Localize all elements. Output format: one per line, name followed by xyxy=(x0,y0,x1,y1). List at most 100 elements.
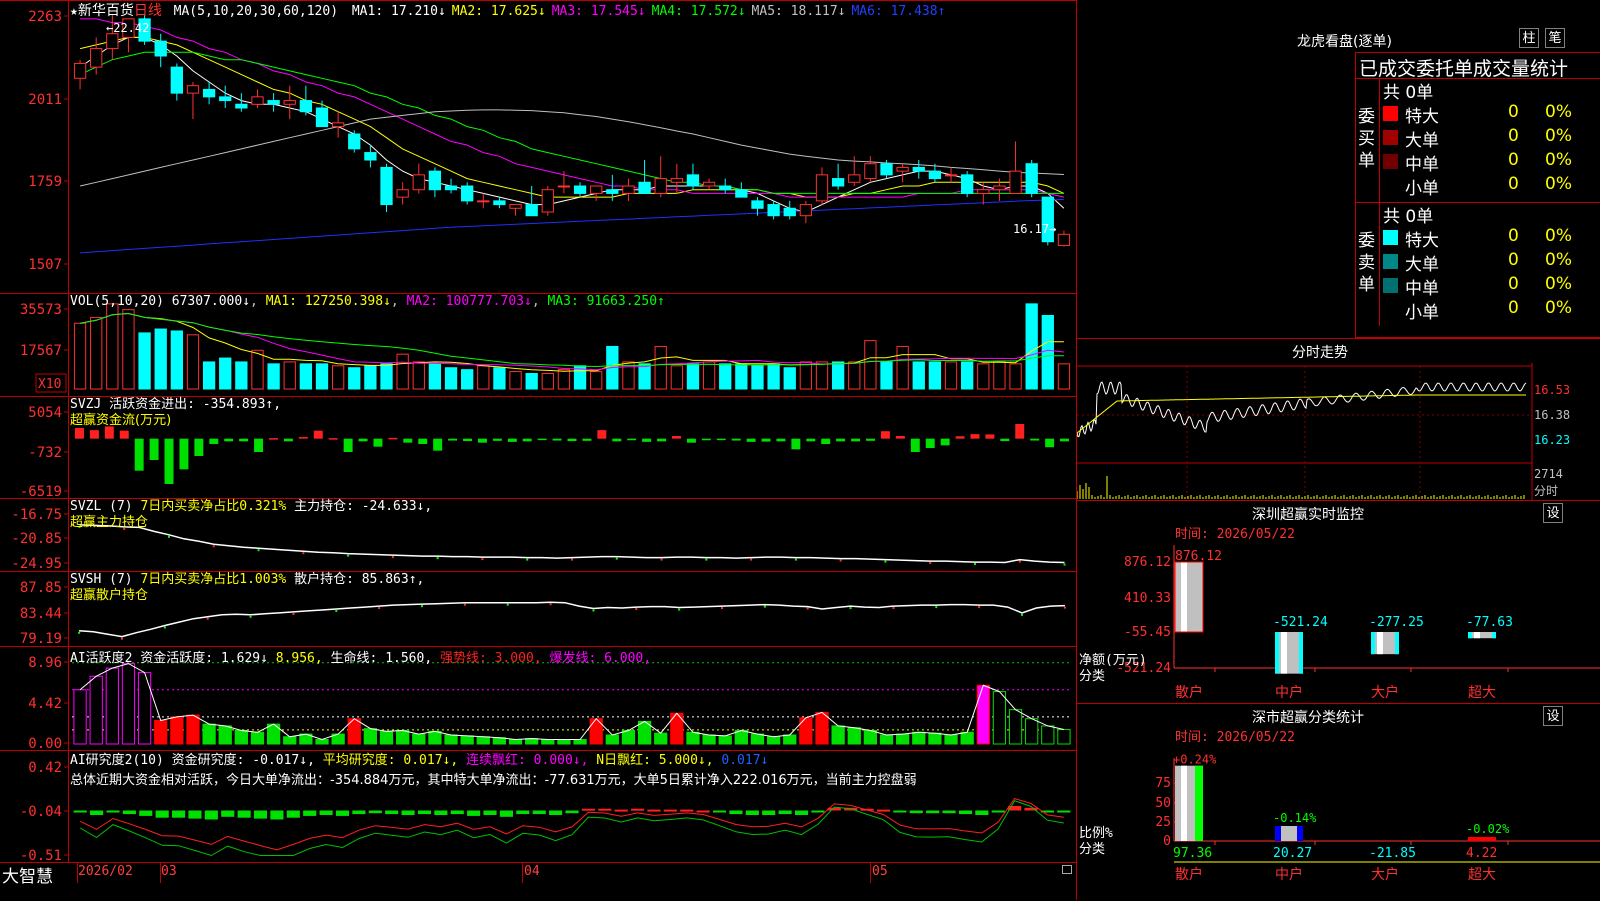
svzl-hold: 主力持仓: -24.633↓, xyxy=(286,499,433,514)
svsh-tick xyxy=(1021,613,1023,616)
panel-category-label: 超大 xyxy=(1468,867,1496,883)
svzj-bar xyxy=(761,438,771,442)
ai-bar xyxy=(315,738,329,745)
ai-bar xyxy=(89,675,103,745)
price-high-label: ←22.42 xyxy=(106,21,149,35)
ai2-green-line xyxy=(79,800,1064,857)
class-value-label: 97.36 xyxy=(1173,846,1212,861)
period-label[interactable]: 日线 xyxy=(134,3,162,19)
candle-body xyxy=(106,33,119,50)
svzj-bar xyxy=(254,438,264,452)
svzl-tick xyxy=(973,563,976,566)
candle-body xyxy=(315,107,329,128)
ai-research-panel xyxy=(73,798,1071,857)
ai2-bar xyxy=(106,810,120,813)
price-axis-label: 2263 xyxy=(28,9,62,25)
ai-bar xyxy=(766,736,781,745)
svzj-bar xyxy=(537,438,547,441)
ai2-bar xyxy=(778,810,792,815)
row-color-swatch xyxy=(1383,106,1398,121)
ai-bar xyxy=(1041,725,1055,745)
ai2-bar xyxy=(1057,810,1071,813)
ai2-last: 0.017↓ xyxy=(713,753,769,768)
ma-line-4 xyxy=(79,51,1064,194)
ai2-bar xyxy=(663,809,677,812)
ai2-comment: 总体近期大资金相对活跃，今日大单净流出：-354.884万元，其中特大单净流出：… xyxy=(70,773,917,788)
panel-category-label: 中户 xyxy=(1275,866,1303,883)
ai2-bar xyxy=(450,810,464,815)
candle-body xyxy=(267,100,280,105)
svzl-title: SVZL (7) xyxy=(70,499,141,514)
svzj-bar xyxy=(731,438,741,441)
svzj-bar xyxy=(522,438,532,442)
lhb-subtitle: 已成交委托单成交量统计 xyxy=(1359,58,1569,80)
svzl-tick xyxy=(302,552,305,555)
ai-bar xyxy=(250,731,265,745)
candle-body xyxy=(1009,170,1022,194)
candle-body xyxy=(1025,163,1038,194)
svzl-tick xyxy=(794,558,797,561)
ai2-bar xyxy=(270,810,284,820)
row-volume: 0 xyxy=(1508,174,1519,194)
svzj-bar xyxy=(970,434,980,439)
svsh-tick xyxy=(592,609,595,612)
svzj-bar xyxy=(791,438,801,450)
class-bar xyxy=(1468,837,1496,841)
date-tick-feb: 2026/02 xyxy=(78,864,133,879)
monitor-bar-highlight xyxy=(1181,562,1187,632)
intraday-chart[interactable]: 16.53 16.38 16.23 2714 分时 xyxy=(1077,363,1600,501)
svsh-tick xyxy=(978,606,981,609)
ai-bar xyxy=(702,734,716,745)
order-total: 共 0单 xyxy=(1383,83,1434,103)
candle-body xyxy=(380,166,393,206)
svzj-bar xyxy=(313,430,323,439)
class-bar-part xyxy=(1195,765,1203,841)
class-bar-highlight xyxy=(1181,765,1187,841)
price-low-label: 16.17→ xyxy=(1013,222,1056,236)
vol-value: 67307.000↓ xyxy=(171,294,251,309)
ai-burst: 爆发线: 6.000, xyxy=(541,651,652,666)
ai2-cont-red: 连续飘红: 0.000↓, xyxy=(458,753,589,768)
star-icon: ★ xyxy=(70,4,78,19)
svzj-bar xyxy=(567,438,577,442)
tick-mode-button[interactable]: 笔 xyxy=(1545,28,1565,48)
monitor-value-label: 876.12 xyxy=(1175,549,1222,564)
svsh-tick xyxy=(935,606,938,609)
ai2-bar xyxy=(155,810,169,818)
ai2-bar xyxy=(909,810,923,814)
candle-body xyxy=(944,174,958,177)
svzj-bar xyxy=(612,438,622,442)
volume-bar xyxy=(702,361,716,390)
ai-bar xyxy=(557,738,571,745)
panel-axis-label: -55.45 xyxy=(1124,625,1171,640)
volume-bar xyxy=(299,363,313,390)
vol-ma2: MA2: 100777.703↓ xyxy=(406,294,532,309)
candle-body xyxy=(638,181,651,194)
panel-category-label: 大户 xyxy=(1371,684,1399,701)
ai2-bar xyxy=(680,809,694,812)
svsh-axis-label: 87.85 xyxy=(20,580,62,596)
ai2-bar xyxy=(958,810,972,815)
volume-bar xyxy=(719,363,732,390)
volume-bar xyxy=(186,334,200,390)
svzj-bar xyxy=(806,438,816,442)
ai2-axis-label: -0.04 xyxy=(20,804,62,820)
svzl-tick xyxy=(571,558,573,561)
ai2-bar xyxy=(286,810,300,818)
candle-body xyxy=(331,122,345,128)
bar-mode-button[interactable]: 柱 xyxy=(1519,28,1539,48)
ai-activity-panel xyxy=(72,662,1072,745)
svzj-bar xyxy=(149,438,159,460)
candle-body xyxy=(831,178,845,187)
candle-body xyxy=(719,185,732,191)
ai-title: AI活跃度2 资金活跃度: 1.629↓ xyxy=(70,651,268,666)
panel-xlabel: 分类 xyxy=(1079,669,1105,684)
row-name: 小单 xyxy=(1405,179,1439,199)
svzl-tick xyxy=(929,562,932,565)
ma-item-3: MA3: 17.545↓ xyxy=(551,4,646,19)
candle-body xyxy=(412,174,425,191)
ai2-bar xyxy=(991,810,1005,813)
svsh-tick xyxy=(292,612,295,615)
ma-line-6 xyxy=(80,198,1064,254)
row-percent: 0% xyxy=(1545,298,1572,318)
